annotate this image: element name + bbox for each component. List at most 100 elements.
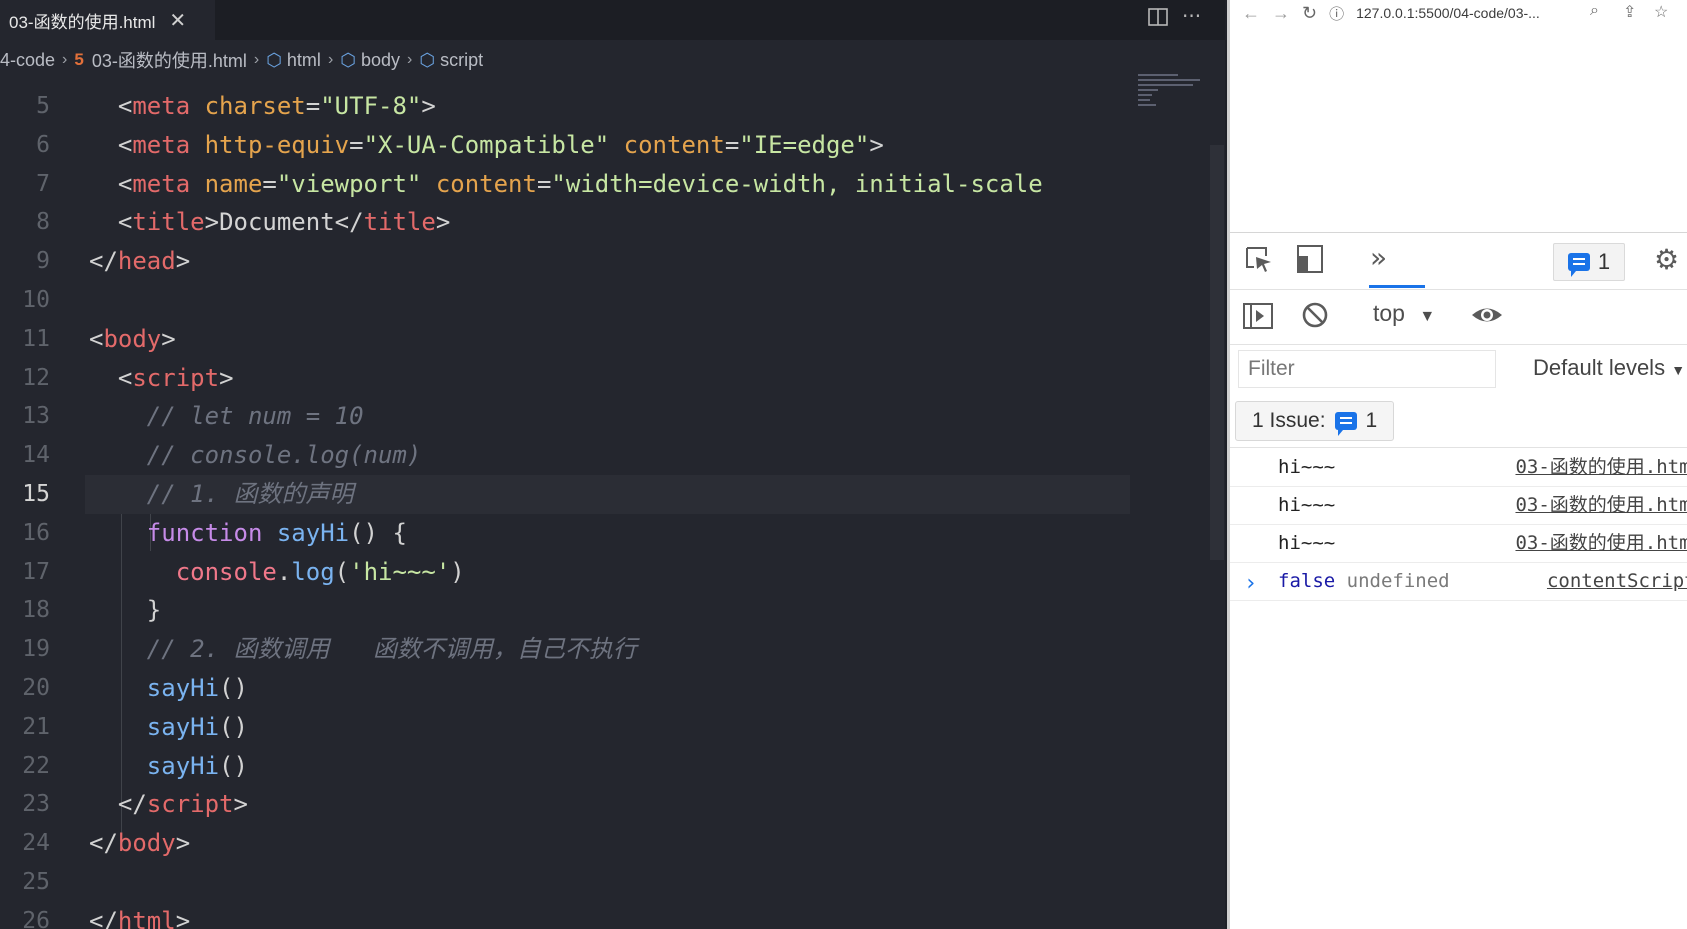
- bookmark-star-icon[interactable]: ☆: [1654, 2, 1668, 22]
- element-icon: ⬡: [340, 49, 356, 70]
- code-line: 19 // 2. 函数调用 函数不调用，自己不执行: [0, 630, 1140, 669]
- filter-bar: Filter Default levels ▼: [1230, 345, 1687, 395]
- log-source-link[interactable]: contentScript.js: [1547, 562, 1687, 600]
- filter-input[interactable]: Filter: [1238, 350, 1496, 388]
- code-line: 7 <meta name="viewport" content="width=d…: [0, 165, 1140, 204]
- clear-console-icon[interactable]: [1300, 300, 1330, 337]
- filter-placeholder: Filter: [1248, 357, 1295, 380]
- issues-bar: 1 Issue: 1: [1230, 395, 1687, 448]
- code-line: 16 function sayHi() {: [0, 514, 1140, 553]
- code-line: 8 <title>Document</title>: [0, 203, 1140, 242]
- inspect-element-icon[interactable]: [1244, 245, 1274, 282]
- split-editor-icon[interactable]: [1148, 7, 1168, 32]
- console-prompt-icon[interactable]: ›: [1244, 571, 1257, 596]
- forward-icon[interactable]: →: [1272, 3, 1290, 24]
- zoom-icon[interactable]: ⌕: [1590, 2, 1599, 20]
- code-line: 21 sayHi(): [0, 708, 1140, 747]
- code-line: 24 </body>: [0, 824, 1140, 863]
- line-number: 20: [22, 674, 50, 701]
- line-number: 10: [22, 286, 50, 313]
- code-line: 17 console.log('hi~~~'): [0, 553, 1140, 592]
- log-levels-dropdown[interactable]: Default levels ▼: [1533, 355, 1685, 381]
- gear-icon[interactable]: ⚙: [1654, 243, 1679, 276]
- issues-button[interactable]: 1 Issue: 1: [1235, 401, 1395, 441]
- line-number: 12: [22, 364, 50, 391]
- close-icon[interactable]: ✕: [169, 8, 186, 33]
- messages-badge[interactable]: 1: [1553, 243, 1625, 281]
- live-expression-eye-icon[interactable]: [1470, 298, 1504, 339]
- line-number: 8: [36, 209, 50, 236]
- console-log-row[interactable]: hi~~~ 03-函数的使用.html: [1230, 486, 1687, 525]
- message-icon: [1567, 253, 1590, 277]
- console-log-row[interactable]: false undefined contentScript.js: [1230, 562, 1687, 601]
- code-area[interactable]: 5 <meta charset="UTF-8"> 6 <meta http-eq…: [0, 87, 1140, 929]
- line-number: 21: [22, 713, 50, 740]
- code-line: 20 sayHi(): [0, 669, 1140, 708]
- share-icon[interactable]: ⇪: [1623, 2, 1636, 22]
- code-line: 11 <body>: [0, 320, 1140, 359]
- tab-title: 03-函数的使用.html: [9, 12, 156, 32]
- more-tabs-icon[interactable]: »: [1370, 241, 1387, 274]
- line-number: 25: [22, 868, 50, 895]
- element-icon: ⬡: [266, 49, 282, 70]
- console-log-row[interactable]: hi~~~ 03-函数的使用.html: [1230, 524, 1687, 563]
- editor-scrollbar[interactable]: [1210, 145, 1224, 560]
- html5-icon: 5: [74, 50, 84, 69]
- log-source-link[interactable]: 03-函数的使用.html: [1515, 524, 1687, 562]
- line-number: 6: [36, 131, 50, 158]
- devtools-panel: » 1 ⚙ top ▼ Filter Default levels ▼ 1 Is…: [1230, 232, 1687, 929]
- line-number: 9: [36, 248, 50, 275]
- code-line: 18 }: [0, 591, 1140, 630]
- log-message: hi~~~: [1278, 494, 1336, 516]
- line-number: 17: [22, 558, 50, 585]
- breadcrumb-file[interactable]: 03-函数的使用.html: [92, 47, 247, 73]
- log-source-link[interactable]: 03-函数的使用.html: [1515, 448, 1687, 486]
- code-line-active: 15 // 1. 函数的声明: [0, 474, 1140, 514]
- line-number: 7: [36, 170, 50, 197]
- line-number: 5: [36, 93, 50, 119]
- breadcrumb-script[interactable]: script: [440, 50, 483, 71]
- message-count: 1: [1597, 249, 1611, 274]
- code-line: 14 // console.log(num): [0, 436, 1140, 475]
- caret-down-icon: ▼: [1671, 362, 1686, 378]
- info-icon[interactable]: ⓘ: [1329, 3, 1344, 24]
- browser-window: ← → ↻ ⓘ 127.0.0.1:5500/04-code/03-... ⌕ …: [1227, 0, 1687, 929]
- code-line: 9 </head>: [0, 242, 1140, 281]
- devtools-toolbar: » 1 ⚙: [1230, 233, 1687, 290]
- editor-tab-bar: 03-函数的使用.html ✕ ···: [0, 0, 1225, 40]
- back-icon[interactable]: ←: [1242, 3, 1260, 24]
- breadcrumb-folder[interactable]: 4-code: [0, 50, 55, 71]
- chevron-right-icon: ›: [253, 51, 260, 68]
- breadcrumb-html[interactable]: html: [287, 50, 321, 71]
- code-editor: 03-函数的使用.html ✕ ··· 4-code › 5 03-函数的使用.…: [0, 0, 1225, 929]
- editor-tab-active[interactable]: 03-函数的使用.html ✕: [0, 0, 215, 40]
- console-log-row[interactable]: hi~~~ 03-函数的使用.html: [1230, 448, 1687, 487]
- code-line: 25: [0, 863, 1140, 902]
- context-value: top: [1373, 300, 1405, 326]
- sidebar-toggle-icon[interactable]: [1242, 300, 1274, 339]
- line-number: 22: [22, 752, 50, 779]
- log-source-link[interactable]: 03-函数的使用.html: [1515, 486, 1687, 524]
- code-line: 23 </script>: [0, 785, 1140, 824]
- line-number: 15: [22, 480, 50, 507]
- caret-down-icon: ▼: [1419, 308, 1436, 325]
- log-levels-value: Default levels: [1533, 355, 1666, 380]
- message-icon: [1334, 412, 1357, 436]
- code-line: 10: [0, 281, 1140, 320]
- reload-icon[interactable]: ↻: [1302, 3, 1317, 24]
- more-actions-icon[interactable]: ···: [1182, 4, 1201, 28]
- context-selector[interactable]: top ▼: [1373, 300, 1435, 327]
- line-number: 19: [22, 636, 50, 663]
- log-message: hi~~~: [1278, 532, 1336, 554]
- code-line: 13 // let num = 10: [0, 397, 1140, 436]
- url-text[interactable]: 127.0.0.1:5500/04-code/03-...: [1356, 5, 1540, 21]
- code-line: 6 <meta http-equiv="X-UA-Compatible" con…: [0, 126, 1140, 165]
- line-number: 14: [22, 442, 50, 469]
- line-number: 24: [22, 830, 50, 857]
- issues-count: 1: [1365, 409, 1378, 432]
- log-message: hi~~~: [1278, 456, 1336, 478]
- breadcrumb-body[interactable]: body: [361, 50, 400, 71]
- device-toolbar-icon[interactable]: [1294, 243, 1326, 282]
- breadcrumb: 4-code › 5 03-函数的使用.html › ⬡ html › ⬡ bo…: [0, 42, 1140, 78]
- minimap[interactable]: [1138, 74, 1208, 126]
